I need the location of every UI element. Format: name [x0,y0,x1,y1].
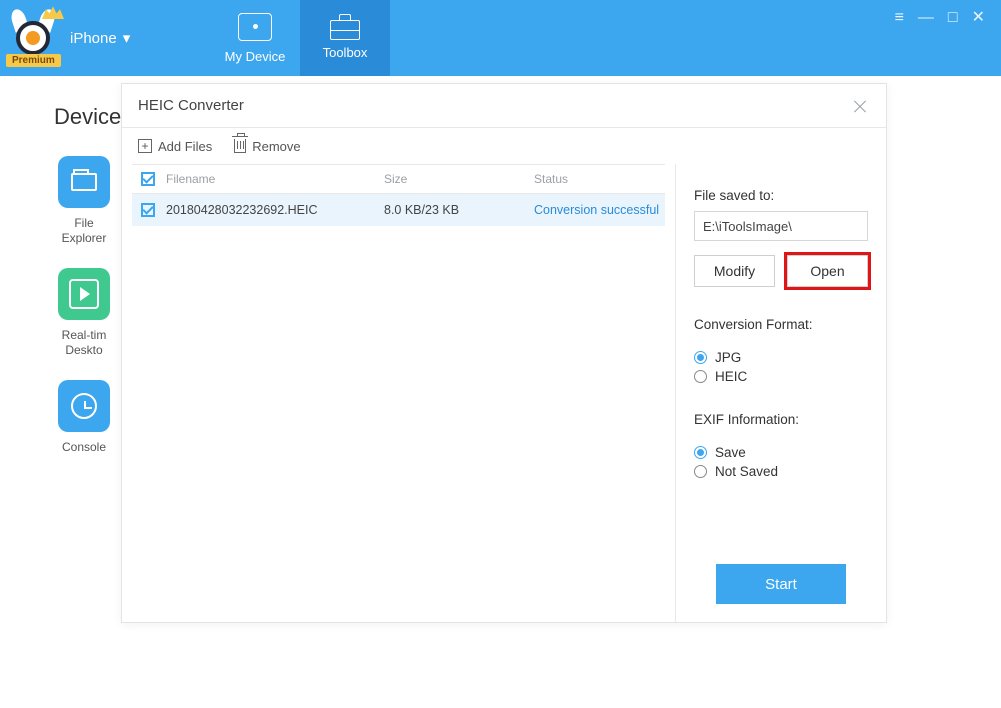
bg-item-label: File Explorer [62,216,107,246]
select-all-checkbox[interactable] [141,172,155,186]
heic-converter-dialog: HEIC Converter + Add Files Remove Filena… [121,83,887,623]
dialog-toolbar: + Add Files Remove [122,128,886,164]
device-name: iPhone [70,30,117,47]
briefcase-icon [330,20,360,40]
app-logo-icon: Premium [8,13,58,63]
tab-toolbox[interactable]: Toolbox [300,0,390,76]
exif-save-radio[interactable]: Save [694,445,868,460]
cell-size: 8.0 KB/23 KB [384,203,534,217]
radio-icon [694,446,707,459]
format-jpg-radio[interactable]: JPG [694,350,868,365]
remove-button[interactable]: Remove [234,139,300,154]
radio-icon [694,351,707,364]
format-group: JPG HEIC [694,346,868,388]
clock-icon [58,380,110,432]
hamburger-icon[interactable]: ≡ [895,10,904,26]
radio-label: Save [715,445,746,460]
dialog-close-icon[interactable] [850,96,870,116]
exif-group: Save Not Saved [694,441,868,483]
add-files-button[interactable]: + Add Files [138,139,212,154]
format-heic-radio[interactable]: HEIC [694,369,868,384]
button-label: Add Files [158,139,212,154]
tab-label: My Device [225,49,286,64]
play-icon [58,268,110,320]
table-row[interactable]: 20180428032232692.HEIC 8.0 KB/23 KB Conv… [132,194,665,226]
exif-label: EXIF Information: [694,412,868,427]
cell-filename: 20180428032232692.HEIC [164,203,384,217]
bg-item-console[interactable]: Console [54,380,114,455]
col-status[interactable]: Status [534,172,665,186]
close-icon[interactable]: ✕ [972,10,985,26]
open-button[interactable]: Open [787,255,868,287]
start-button[interactable]: Start [716,564,846,604]
radio-label: Not Saved [715,464,778,479]
format-label: Conversion Format: [694,317,868,332]
tablet-icon [238,13,272,41]
tab-my-device[interactable]: My Device [210,0,300,76]
bg-item-label: Console [62,440,106,455]
table-header: Filename Size Status [132,164,665,194]
folder-icon [58,156,110,208]
minimize-icon[interactable]: — [918,10,934,26]
dialog-title: HEIC Converter [138,97,244,114]
chevron-down-icon: ▾ [123,29,131,47]
header-tabs: My Device Toolbox [210,0,390,76]
file-list: Filename Size Status 20180428032232692.H… [122,164,676,622]
col-size[interactable]: Size [384,172,534,186]
premium-badge: Premium [6,54,61,67]
modify-button[interactable]: Modify [694,255,775,287]
exif-notsaved-radio[interactable]: Not Saved [694,464,868,479]
window-controls: ≡ — □ ✕ [895,0,1001,76]
cell-status: Conversion successful [534,203,665,217]
bg-item-file-explorer[interactable]: File Explorer [54,156,114,246]
button-label: Remove [252,139,300,154]
col-filename[interactable]: Filename [164,172,384,186]
tab-label: Toolbox [323,45,368,60]
trash-icon [234,139,246,153]
saved-to-label: File saved to: [694,188,868,203]
radio-label: HEIC [715,369,747,384]
bg-item-label: Real-tim Deskto [62,328,107,358]
maximize-icon[interactable]: □ [948,10,958,26]
logo-area: Premium iPhone ▾ [0,0,210,76]
saved-path-input[interactable]: E:\iToolsImage\ [694,211,868,241]
radio-icon [694,465,707,478]
dialog-titlebar: HEIC Converter [122,84,886,128]
plus-icon: + [138,139,152,153]
radio-icon [694,370,707,383]
top-header: Premium iPhone ▾ My Device Toolbox ≡ — □… [0,0,1001,76]
device-selector[interactable]: iPhone ▾ [70,29,130,47]
radio-label: JPG [715,350,741,365]
row-checkbox[interactable] [141,203,155,217]
bg-item-realtime-desktop[interactable]: Real-tim Deskto [54,268,114,358]
options-panel: File saved to: E:\iToolsImage\ Modify Op… [676,164,886,622]
